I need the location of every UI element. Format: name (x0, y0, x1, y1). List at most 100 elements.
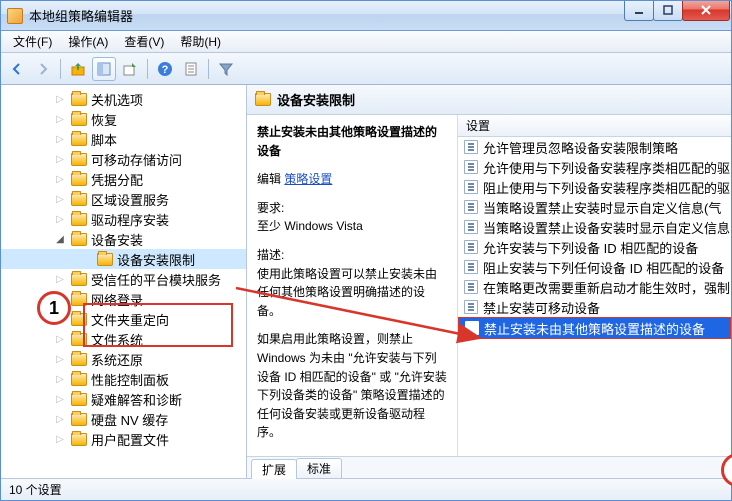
title-bar: 本地组策略编辑器 (1, 1, 731, 31)
tree-item-label: 凭据分配 (91, 170, 143, 189)
folder-icon (71, 373, 87, 386)
list-row[interactable]: 禁止安装可移动设备 (458, 297, 731, 317)
policy-name: 禁止安装未由其他策略设置描述的设备 (257, 123, 447, 160)
list-row-label: 在策略更改需要重新启动才能生效时，强制 (483, 278, 730, 297)
tree: ▷关机选项▷恢复▷脚本▷可移动存储访问▷凭据分配▷区域设置服务▷驱动程序安装◢设… (1, 85, 246, 453)
maximize-icon (663, 5, 673, 15)
menu-action[interactable]: 操作(A) (60, 31, 116, 52)
tree-item[interactable]: ▷性能控制面板 (1, 369, 246, 389)
tree-item-label: 系统还原 (91, 350, 143, 369)
folder-icon (71, 133, 87, 146)
list-column-header[interactable]: 设置 (458, 115, 731, 137)
tree-panel[interactable]: ▷关机选项▷恢复▷脚本▷可移动存储访问▷凭据分配▷区域设置服务▷驱动程序安装◢设… (1, 85, 247, 478)
close-icon (700, 5, 712, 15)
tree-item[interactable]: ▷可移动存储访问 (1, 149, 246, 169)
tree-item[interactable]: 设备安装限制 (1, 249, 246, 269)
list-row[interactable]: 允许使用与下列设备安装程序类相匹配的驱 (458, 157, 731, 177)
menu-file[interactable]: 文件(F) (5, 31, 60, 52)
tree-item[interactable]: ▷ 疑难解答和诊断 (1, 389, 246, 409)
help-icon: ? (157, 61, 173, 77)
folder-icon (71, 153, 87, 166)
policy-icon (464, 300, 478, 314)
back-button[interactable] (5, 57, 29, 81)
chevron-right-icon[interactable] (81, 254, 91, 264)
tree-item[interactable]: ▷区域设置服务 (1, 189, 246, 209)
policy-icon (464, 220, 478, 234)
tree-item[interactable]: ▷ 受信任的平台模块服务 (1, 269, 246, 289)
chevron-right-icon[interactable]: ▷ (55, 314, 65, 324)
window-frame: 本地组策略编辑器 文件(F) 操作(A) 查看(V) 帮助(H) ? (0, 0, 732, 501)
list-row[interactable]: 在策略更改需要重新启动才能生效时，强制 (458, 277, 731, 297)
chevron-right-icon[interactable]: ▷ (55, 134, 65, 144)
edit-policy-link[interactable]: 策略设置 (284, 172, 332, 186)
menu-view[interactable]: 查看(V) (116, 31, 172, 52)
chevron-right-icon[interactable]: ▷ (55, 434, 65, 444)
tab-extended[interactable]: 扩展 (251, 459, 297, 479)
maximize-button[interactable] (653, 1, 683, 21)
tree-item[interactable]: ▷ 恢复 (1, 109, 246, 129)
tab-standard[interactable]: 标准 (296, 458, 342, 478)
up-button[interactable] (66, 57, 90, 81)
forward-button[interactable] (31, 57, 55, 81)
menu-help[interactable]: 帮助(H) (172, 31, 229, 52)
chevron-right-icon[interactable]: ▷ (55, 274, 65, 284)
chevron-down-icon[interactable]: ◢ (55, 234, 65, 244)
tree-item[interactable]: ▷文件系统 (1, 329, 246, 349)
window-title: 本地组策略编辑器 (29, 6, 625, 25)
filter-button[interactable] (214, 57, 238, 81)
tree-item[interactable]: ▷ 脚本 (1, 129, 246, 149)
tree-item-label: 恢复 (91, 110, 117, 129)
chevron-right-icon[interactable]: ▷ (55, 374, 65, 384)
policy-icon (464, 200, 478, 214)
chevron-right-icon[interactable]: ▷ (55, 394, 65, 404)
help-button[interactable]: ? (153, 57, 177, 81)
show-hide-tree-button[interactable] (92, 57, 116, 81)
chevron-right-icon[interactable]: ▷ (55, 214, 65, 224)
tree-item[interactable]: ▷驱动程序安装 (1, 209, 246, 229)
tree-item-label: 脚本 (91, 130, 117, 149)
tree-item[interactable]: ◢设备安装 (1, 229, 246, 249)
tree-item-label: 疑难解答和诊断 (91, 390, 182, 409)
requirements-value: 至少 Windows Vista (257, 217, 447, 236)
list-row[interactable]: 当策略设置禁止安装时显示自定义信息(气 (458, 197, 731, 217)
chevron-right-icon[interactable]: ▷ (55, 334, 65, 344)
chevron-right-icon[interactable]: ▷ (55, 114, 65, 124)
list-row[interactable]: 允许管理员忽略设备安装限制策略 (458, 137, 731, 157)
properties-button[interactable] (179, 57, 203, 81)
chevron-right-icon[interactable]: ▷ (55, 354, 65, 364)
window-controls (625, 1, 730, 21)
export-button[interactable] (118, 57, 142, 81)
status-text: 10 个设置 (9, 481, 62, 498)
chevron-right-icon[interactable]: ▷ (55, 294, 65, 304)
properties-icon (183, 61, 199, 77)
minimize-button[interactable] (624, 1, 654, 21)
tree-item-label: 文件夹重定向 (91, 310, 169, 329)
chevron-right-icon[interactable]: ▷ (55, 194, 65, 204)
list-row[interactable]: 允许安装与下列设备 ID 相匹配的设备 (458, 237, 731, 257)
chevron-right-icon[interactable]: ▷ (55, 174, 65, 184)
list-row[interactable]: 禁止安装未由其他策略设置描述的设备 (458, 317, 731, 339)
policy-icon (465, 321, 479, 335)
tree-item[interactable]: ▷硬盘 NV 缓存 (1, 409, 246, 429)
chevron-right-icon[interactable]: ▷ (55, 94, 65, 104)
list-row[interactable]: 阻止安装与下列任何设备 ID 相匹配的设备 (458, 257, 731, 277)
description-body-1: 使用此策略设置可以禁止安装未由任何其他策略设置明确描述的设备。 (257, 265, 447, 321)
policy-icon (464, 160, 478, 174)
tree-item[interactable]: ▷用户配置文件 (1, 429, 246, 449)
chevron-right-icon[interactable]: ▷ (55, 414, 65, 424)
list-row[interactable]: 阻止使用与下列设备安装程序类相匹配的驱 (458, 177, 731, 197)
tree-item[interactable]: ▷ 凭据分配 (1, 169, 246, 189)
tree-item[interactable]: ▷ 文件夹重定向 (1, 309, 246, 329)
chevron-right-icon[interactable]: ▷ (55, 154, 65, 164)
filter-icon (218, 61, 234, 77)
list-body[interactable]: 允许管理员忽略设备安装限制策略允许使用与下列设备安装程序类相匹配的驱阻止使用与下… (458, 137, 731, 456)
list-row-label: 允许使用与下列设备安装程序类相匹配的驱 (483, 158, 730, 177)
tree-item[interactable]: ▷关机选项 (1, 89, 246, 109)
close-button[interactable] (682, 1, 730, 21)
edit-label: 编辑 (257, 172, 281, 186)
list-row[interactable]: 当策略设置禁止设备安装时显示自定义信息 (458, 217, 731, 237)
tree-item[interactable]: ▷ 系统还原 (1, 349, 246, 369)
requirements-label: 要求: (257, 199, 447, 218)
tree-item-label: 受信任的平台模块服务 (91, 270, 221, 289)
tree-item[interactable]: ▷网络登录 (1, 289, 246, 309)
